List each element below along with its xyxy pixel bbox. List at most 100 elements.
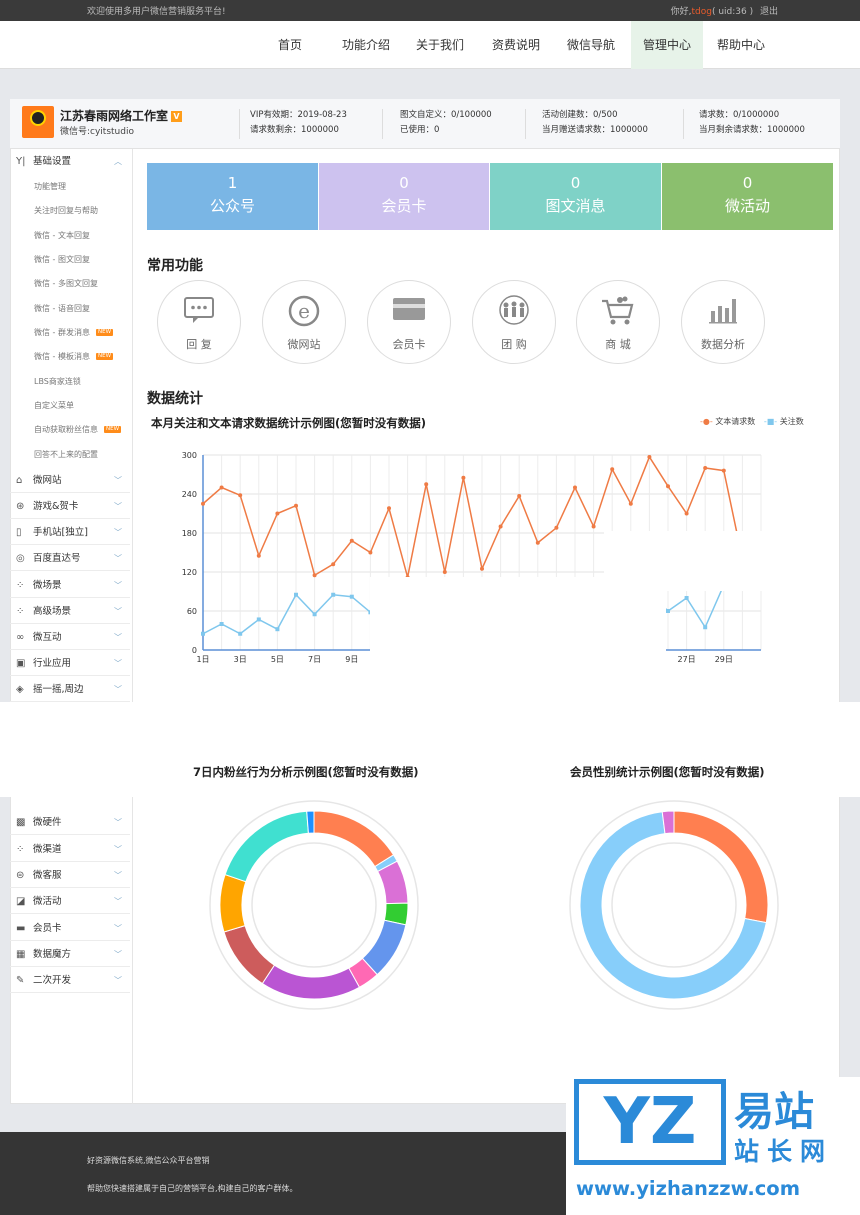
data-point xyxy=(312,573,317,578)
shortcut-member-card[interactable]: 会员卡 xyxy=(367,280,451,364)
uid-text: ( uid:36 ) xyxy=(711,7,754,17)
x-tick-label: 9日 xyxy=(345,655,358,664)
sidebar-group-games[interactable]: ⊛ 游戏&贺卡 ﹀ xyxy=(10,494,130,519)
username-link[interactable]: tdog xyxy=(691,7,711,17)
x-tick-label: 1日 xyxy=(196,655,209,664)
shortcut-reply[interactable]: 回 复 xyxy=(157,280,241,364)
wrench-icon: ✎ xyxy=(16,975,25,986)
sidebar-group-activity[interactable]: ◪ 微活动 ﹀ xyxy=(10,889,130,914)
chevron-down-icon: ﹀ xyxy=(114,845,122,854)
sidebar-group-service[interactable]: ⊜ 微客服 ﹀ xyxy=(10,863,130,888)
shortcut-mall[interactable]: 商 城 xyxy=(576,280,660,364)
sidebar-item[interactable]: 微信 - 模板消息 NEW xyxy=(34,348,114,366)
shortcut-label: 会员卡 xyxy=(392,338,426,351)
cube-icon: ▦ xyxy=(16,949,26,960)
data-point xyxy=(628,501,633,506)
x-tick-label: 27日 xyxy=(678,655,696,664)
nav-pricing[interactable]: 资费说明 xyxy=(488,21,544,69)
service-icon: ⊜ xyxy=(16,870,25,881)
pie-slice xyxy=(223,925,276,985)
sidebar-item[interactable]: 微信 - 多图文回复 xyxy=(34,275,98,293)
sidebar-group-interact[interactable]: ∞ 微互动 ﹀ xyxy=(10,625,130,650)
data-point xyxy=(573,485,577,490)
sidebar-item[interactable]: 功能管理 xyxy=(34,178,66,196)
bar-chart-icon xyxy=(682,295,764,328)
x-tick-label: 5日 xyxy=(271,655,284,664)
grid-icon: ⁘ xyxy=(16,844,25,855)
stat-activity: 活动创建数：0/500 当月赠送请求数：1000000 xyxy=(542,110,648,135)
sidebar-group-industry[interactable]: ▣ 行业应用 ﹀ xyxy=(10,651,130,676)
sidebar-group-dev[interactable]: ✎ 二次开发 ﹀ xyxy=(10,968,130,993)
sidebar-group-mobile[interactable]: ▯ 手机站[独立] ﹀ xyxy=(10,520,130,545)
sidebar-group-label: 基础设置 xyxy=(33,156,72,167)
sidebar-group-shake[interactable]: ◈ 摇一摇,周边 ﹀ xyxy=(10,677,130,702)
nav-about[interactable]: 关于我们 xyxy=(412,21,468,69)
x-tick-label: 29日 xyxy=(715,655,733,664)
kpi-news-messages[interactable]: 0 图文消息 xyxy=(490,163,661,230)
shake-icon: ◈ xyxy=(16,684,24,695)
account-name: 江苏春雨网络工作室 V xyxy=(60,107,183,124)
greeting: 你好, xyxy=(670,7,692,17)
sidebar-item[interactable]: 关注时回复与帮助 xyxy=(34,202,98,220)
nav-admin-center[interactable]: 管理中心 xyxy=(631,21,703,69)
sidebar-item[interactable]: 微信 - 图文回复 xyxy=(34,251,90,269)
sidebar-group-basic[interactable]: Y| 基础设置 ︿ xyxy=(10,149,130,174)
nav-wechat-guide[interactable]: 微信导航 xyxy=(563,21,619,69)
legend-followers: 关注数 xyxy=(779,417,804,426)
data-point xyxy=(349,538,354,543)
website-icon: e xyxy=(263,295,345,330)
sidebar-item[interactable]: LBS商家连锁 xyxy=(34,373,81,391)
logout-link[interactable]: 退出 xyxy=(760,7,778,17)
kpi-member-cards[interactable]: 0 会员卡 xyxy=(319,163,489,230)
data-point xyxy=(442,570,447,574)
shortcut-data-analysis[interactable]: 数据分析 xyxy=(681,280,765,364)
sidebar-item[interactable]: 微信 - 群发消息 NEW xyxy=(34,324,114,342)
stat-vip: VIP有效期：2019-08-23 请求数剩余：1000000 xyxy=(250,110,347,135)
chevron-down-icon: ﹀ xyxy=(114,476,122,485)
sidebar-item[interactable]: 回答不上来的配置 xyxy=(34,446,98,464)
stat-graphic: 图文自定义：0/100000 已使用：0 xyxy=(400,110,492,135)
nav-help[interactable]: 帮助中心 xyxy=(713,21,769,69)
chevron-down-icon: ﹀ xyxy=(114,924,122,933)
kpi-micro-activities[interactable]: 0 微活动 xyxy=(662,163,833,230)
y-tick-label: 300 xyxy=(182,451,197,460)
fans-chart-title: 7日内粉丝行为分析示例图(您暂时没有数据) xyxy=(193,765,419,779)
sidebar-item[interactable]: 微信 - 语音回复 xyxy=(34,300,90,318)
data-point xyxy=(703,466,708,470)
y-tick-label: 240 xyxy=(182,490,197,499)
data-point xyxy=(517,493,522,498)
chevron-down-icon: ﹀ xyxy=(114,554,122,563)
sidebar-item[interactable]: 微信 - 文本回复 xyxy=(34,227,90,245)
account-logo xyxy=(22,106,54,138)
sidebar-group-channel[interactable]: ⁘ 微渠道 ﹀ xyxy=(10,837,130,862)
data-point xyxy=(703,625,708,630)
sidebar-group-baidu[interactable]: ◎ 百度直达号 ﹀ xyxy=(10,546,130,571)
sidebar-item[interactable]: 自定义菜单 xyxy=(34,397,74,415)
shortcut-label: 回 复 xyxy=(186,338,212,351)
kpi-official-accounts[interactable]: 1 公众号 xyxy=(147,163,318,230)
shortcut-website[interactable]: e 微网站 xyxy=(262,280,346,364)
stat-requests: 请求数：0/1000000 当月剩余请求数：1000000 xyxy=(699,110,805,135)
divider xyxy=(683,109,684,139)
nav-home[interactable]: 首页 xyxy=(268,21,312,69)
line-chart-legend: -●- 文本请求数 -■- 关注数 xyxy=(700,417,804,426)
chevron-down-icon: ﹀ xyxy=(114,976,122,985)
new-badge: NEW xyxy=(95,353,114,360)
x-tick-label: 3日 xyxy=(234,655,247,664)
fans-donut-chart xyxy=(209,800,419,1010)
sidebar-item[interactable]: 自动获取粉丝信息 NEW xyxy=(34,421,122,439)
sidebar-group-advanced-scene[interactable]: ⁘ 高级场景 ﹀ xyxy=(10,599,130,624)
user-info: 你好,tdog( uid:36 ) 退出 xyxy=(671,4,778,17)
mask-area xyxy=(370,577,666,669)
sidebar-group-hardware[interactable]: ▩ 微硬件 ﹀ xyxy=(10,810,130,835)
nav-features[interactable]: 功能介绍 xyxy=(338,21,394,69)
sidebar-group-data-cube[interactable]: ▦ 数据魔方 ﹀ xyxy=(10,942,130,967)
shortcut-group-buy[interactable]: 团 购 xyxy=(472,280,556,364)
data-point xyxy=(666,609,670,613)
sidebar-group-scene[interactable]: ⁘ 微场景 ﹀ xyxy=(10,573,130,598)
chevron-down-icon: ﹀ xyxy=(114,659,122,668)
shortcut-label: 团 购 xyxy=(501,338,527,351)
sidebar-group-website[interactable]: ⌂ 微网站 ﹀ xyxy=(10,468,130,493)
gender-donut-chart xyxy=(569,800,779,1010)
sidebar-group-member-card[interactable]: ▬ 会员卡 ﹀ xyxy=(10,916,130,941)
